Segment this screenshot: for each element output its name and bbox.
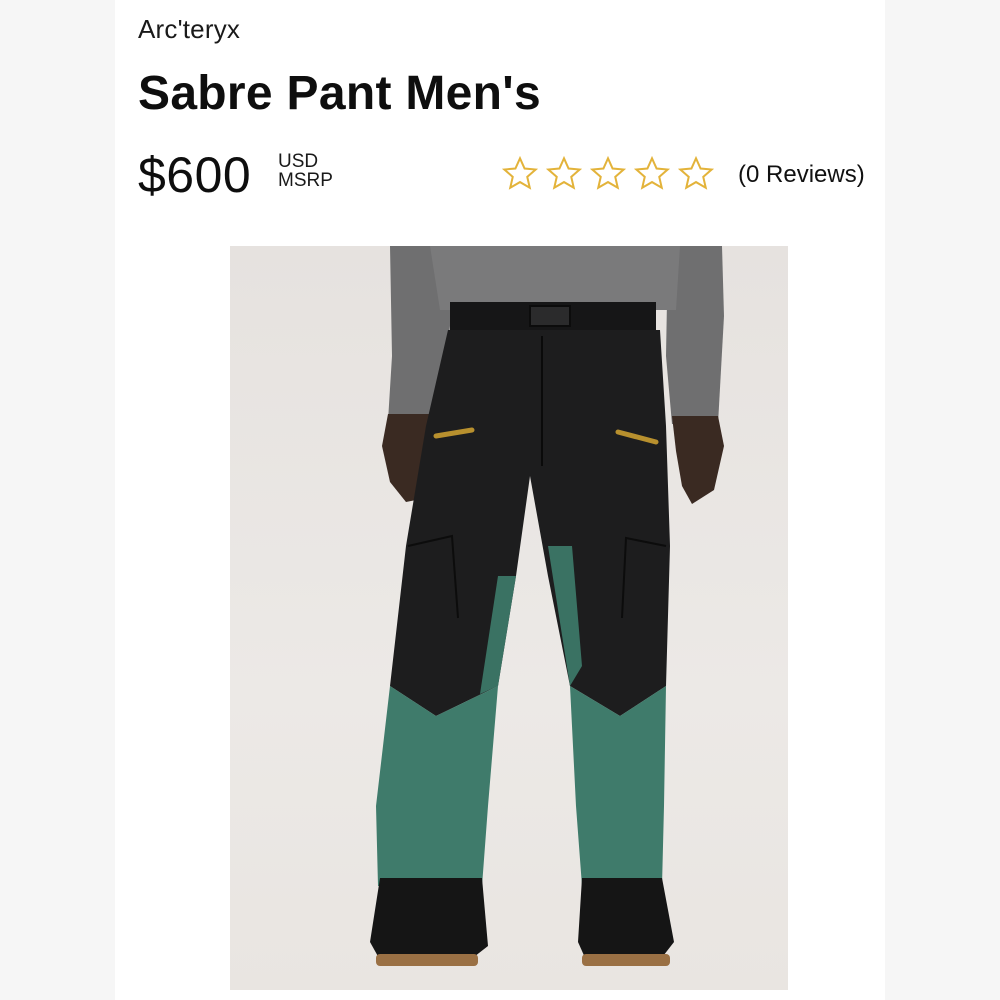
product-image[interactable]	[230, 246, 788, 990]
currency-label: USD	[278, 151, 319, 172]
pants-illustration	[370, 246, 724, 966]
price-rating-row: $600 USD MSRP (0 Reviews)	[138, 146, 883, 206]
star-icon[interactable]	[632, 154, 672, 194]
brand-name[interactable]: Arc'teryx	[138, 14, 240, 45]
star-rating[interactable]	[500, 154, 716, 194]
price: $600	[138, 147, 252, 203]
star-icon[interactable]	[500, 154, 540, 194]
msrp-label: MSRP	[278, 170, 333, 191]
star-icon[interactable]	[588, 154, 628, 194]
product-title: Sabre Pant Men's	[138, 67, 542, 120]
price-meta: USD MSRP	[278, 152, 333, 190]
star-icon[interactable]	[676, 154, 716, 194]
star-icon[interactable]	[544, 154, 584, 194]
reviews-link[interactable]: (0 Reviews)	[738, 161, 865, 189]
